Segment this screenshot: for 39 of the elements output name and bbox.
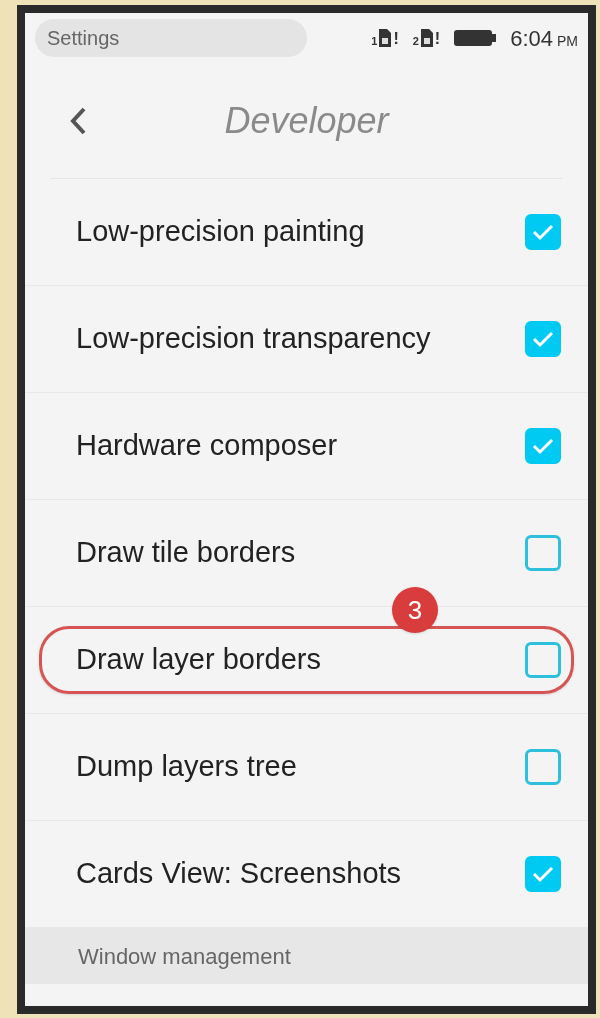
sim-slot-number: 1 [371,36,378,47]
checkmark-icon [532,330,554,348]
checkmark-icon [532,865,554,883]
setting-label: Draw layer borders [76,642,321,678]
checkbox[interactable] [525,749,561,785]
sim-slot-number: 2 [412,36,419,47]
page-title: Developer [224,98,389,143]
checkbox[interactable] [525,321,561,357]
setting-label: Cards View: Screenshots [76,856,402,892]
sim-warning-text: ! [434,31,441,47]
setting-row[interactable]: Draw layer borders [39,626,574,694]
setting-row[interactable]: Dump layers tree [39,733,574,801]
checkbox[interactable] [525,856,561,892]
setting-label: Low-precision transparency [76,321,431,357]
sim-card-icon [379,29,392,47]
clock-meridiem: PM [557,31,578,51]
checkmark-icon [532,223,554,241]
setting-row[interactable]: Cards View: Screenshots [39,840,574,908]
section-header: Window management [78,942,291,971]
setting-row[interactable]: Hardware composer [39,412,574,480]
sim-card-icon [420,29,433,47]
setting-label: Draw tile borders [76,535,296,571]
setting-row[interactable]: Draw tile borders [39,519,574,587]
callout-badge: 3 [392,587,438,633]
checkmark-icon [532,437,554,455]
back-chevron-icon [70,106,86,135]
setting-label: Low-precision painting [76,214,365,250]
checkbox[interactable] [525,642,561,678]
battery-icon [454,30,497,46]
clock-time: 6:04 [510,24,553,53]
sim-warning-text: ! [393,31,399,47]
app-name: Settings [47,26,120,51]
setting-label: Hardware composer [76,428,338,464]
checkbox[interactable] [525,214,561,250]
checkbox[interactable] [525,535,561,571]
setting-label: Dump layers tree [76,749,297,785]
setting-row[interactable]: Low-precision transparency [39,305,574,373]
setting-row[interactable]: Low-precision painting [39,198,574,266]
checkbox[interactable] [525,428,561,464]
